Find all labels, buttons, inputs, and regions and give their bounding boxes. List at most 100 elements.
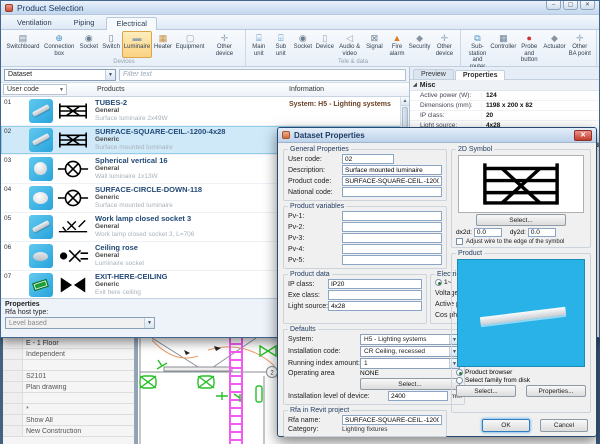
tab-piping[interactable]: Piping bbox=[64, 16, 105, 29]
ribbon-button-equipment[interactable]: ▢Equipment bbox=[174, 31, 206, 58]
products-column-header[interactable]: Products bbox=[97, 86, 125, 93]
dialog-title: Dataset Properties bbox=[294, 131, 365, 140]
list-header: User code ▼ Products Information bbox=[1, 83, 409, 97]
radio-select-family-from-disk[interactable]: Select family from disk bbox=[456, 377, 586, 384]
other-device-icon: ✛ bbox=[441, 33, 449, 43]
side-tab-preview[interactable]: Preview bbox=[413, 69, 454, 79]
dataset-dropdown[interactable]: Dataset ▼ bbox=[4, 69, 116, 81]
pv-1-input[interactable] bbox=[342, 211, 442, 221]
product-code-input[interactable] bbox=[342, 176, 442, 186]
ribbon-button-heater[interactable]: ▦Heater bbox=[152, 31, 174, 58]
close-icon[interactable]: ✕ bbox=[574, 130, 592, 141]
dx2d-input[interactable] bbox=[474, 228, 502, 237]
ribbon-button-sub-unit[interactable]: ⌹Sub unit bbox=[270, 31, 292, 58]
ribbon-button-fire-alarm[interactable]: ▲Fire alarm bbox=[385, 31, 408, 58]
tab-ventilation[interactable]: Ventilation bbox=[7, 16, 62, 29]
heater-icon: ▦ bbox=[159, 33, 168, 43]
maximize-button[interactable]: ▢ bbox=[563, 1, 578, 10]
ribbon-button-label: Socket bbox=[80, 44, 98, 51]
ribbon-button-main-unit[interactable]: ⌸Main unit bbox=[248, 31, 270, 58]
symbol-lamp-x-icon bbox=[57, 217, 89, 237]
product-thumbnail-bar-icon bbox=[29, 215, 53, 239]
rfa-host-type-dropdown[interactable]: Level based ▼ bbox=[5, 317, 155, 329]
installation-code-dropdown[interactable]: CR Ceiling, recessed ▼ bbox=[360, 346, 460, 357]
product-description: Surface luminaire 2x49W bbox=[95, 115, 409, 123]
dy2d-input[interactable] bbox=[528, 228, 556, 237]
luminaire-symbols bbox=[140, 346, 276, 402]
probe-button-icon: ● bbox=[527, 33, 532, 43]
ribbon-button-security[interactable]: ◆Security bbox=[409, 31, 431, 58]
filter-input[interactable] bbox=[119, 69, 406, 81]
pv-3-input[interactable] bbox=[342, 233, 442, 243]
tree-row-independent[interactable]: Independent bbox=[3, 349, 134, 360]
ribbon-button-actuator[interactable]: ◆Actuator bbox=[543, 31, 565, 71]
ribbon-button-label: Device bbox=[316, 44, 334, 51]
pv-2-input[interactable] bbox=[342, 222, 442, 232]
minimize-button[interactable]: – bbox=[546, 1, 561, 10]
ribbon-button-audio-video[interactable]: ◁Audio & video bbox=[336, 31, 364, 58]
substation-router-icon: ⧉ bbox=[474, 33, 480, 43]
ribbon-button-socket[interactable]: ◉Socket bbox=[292, 31, 314, 58]
light-source-input[interactable] bbox=[328, 301, 422, 311]
product-thumbnail-sphere-icon bbox=[29, 157, 53, 181]
product-row-tubes-2[interactable]: 01TUBES-2GeneralSurface luminaire 2x49WS… bbox=[1, 97, 409, 126]
symbol-bowtie-icon bbox=[57, 275, 89, 295]
exe-class-input[interactable] bbox=[328, 290, 422, 300]
information-column-header[interactable]: Information bbox=[289, 86, 324, 93]
title-bar[interactable]: Product Selection –▢✕ bbox=[1, 1, 599, 15]
installation-level-input[interactable] bbox=[388, 391, 448, 401]
tree-row-plan-drawing[interactable]: Plan drawing bbox=[3, 382, 134, 393]
close-button[interactable]: ✕ bbox=[580, 1, 595, 10]
radio-product-browser[interactable]: Product browser bbox=[456, 369, 586, 376]
property-label: Active power (W): bbox=[410, 92, 482, 99]
ip-class-input[interactable] bbox=[328, 279, 422, 289]
description-input[interactable] bbox=[342, 165, 442, 175]
product-thumbnail-exit-icon bbox=[29, 273, 53, 297]
tree-row-[interactable]: * bbox=[3, 404, 134, 415]
running-index-dropdown[interactable]: 1 ▼ bbox=[360, 358, 460, 369]
national-code-input[interactable] bbox=[342, 187, 442, 197]
adjust-wire-checkbox[interactable] bbox=[456, 238, 463, 245]
tree-row-show-all[interactable]: Show All bbox=[3, 415, 134, 426]
product-properties-button[interactable]: Properties... bbox=[526, 385, 586, 397]
cancel-button[interactable]: Cancel bbox=[540, 419, 588, 432]
tree-row-s2101[interactable]: S2101 bbox=[3, 371, 134, 382]
ribbon-button-label: Security bbox=[409, 44, 431, 51]
radio-icon bbox=[456, 369, 463, 376]
ribbon-button-other-device[interactable]: ✛Other device bbox=[431, 31, 459, 58]
tab-electrical[interactable]: Electrical bbox=[106, 17, 156, 30]
ribbon-button-sub-station-and-router[interactable]: ⧉Sub-station and router bbox=[463, 31, 492, 71]
symbol-select-button[interactable]: Select... bbox=[476, 214, 566, 226]
user-code-column-header[interactable]: User code ▼ bbox=[3, 84, 67, 95]
ribbon-button-other-ba-point[interactable]: ✛Other BA point bbox=[565, 31, 594, 71]
tree-row-e-1-floor[interactable]: E - 1 Floor bbox=[3, 338, 134, 349]
product-3d-preview bbox=[457, 259, 585, 367]
pv-4-input[interactable] bbox=[342, 244, 442, 254]
ribbon-button-other-device[interactable]: ✛Other device bbox=[206, 31, 243, 58]
user-code: 06 bbox=[1, 242, 29, 251]
luminaire-2d-symbol bbox=[478, 159, 564, 209]
scroll-up-icon[interactable]: ▲ bbox=[401, 97, 409, 106]
dialog-title-bar[interactable]: Dataset Properties ✕ bbox=[278, 128, 596, 143]
ribbon-button-switch[interactable]: ▯Switch bbox=[100, 31, 122, 58]
property-group-misc[interactable]: ◢ Misc bbox=[410, 80, 599, 91]
system-dropdown[interactable]: H5 - Lighting systems ▼ bbox=[360, 334, 460, 345]
tree-row-new-construction[interactable]: New Construction bbox=[3, 426, 134, 437]
product-select-button[interactable]: Select... bbox=[456, 385, 516, 397]
ribbon-button-signal[interactable]: ⊠Signal bbox=[363, 31, 385, 58]
ribbon-button-switchboard[interactable]: ▤Switchboard bbox=[5, 31, 41, 58]
pv-5-input[interactable] bbox=[342, 255, 442, 265]
side-tab-properties[interactable]: Properties bbox=[455, 70, 506, 80]
operating-area-select-button[interactable]: Select... bbox=[360, 378, 460, 390]
ribbon-button-device[interactable]: ▯Device bbox=[314, 31, 336, 58]
ribbon-button-connection-box[interactable]: ⊕Connection box bbox=[41, 31, 78, 58]
phase-radio-1[interactable]: 1~ bbox=[435, 279, 451, 286]
ribbon-button-probe-and-button[interactable]: ●Probe and button bbox=[515, 31, 544, 71]
ok-button[interactable]: OK bbox=[482, 419, 530, 432]
ribbon-button-luminaire[interactable]: ▬Luminaire bbox=[122, 31, 152, 58]
ribbon-button-socket[interactable]: ◉Socket bbox=[78, 31, 101, 58]
user-code-input[interactable] bbox=[342, 154, 394, 164]
ribbon-button-label: Switch bbox=[102, 44, 120, 51]
ribbon-button-controller[interactable]: ▦Controller bbox=[492, 31, 515, 71]
ribbon-button-label: Audio & video bbox=[339, 44, 361, 57]
